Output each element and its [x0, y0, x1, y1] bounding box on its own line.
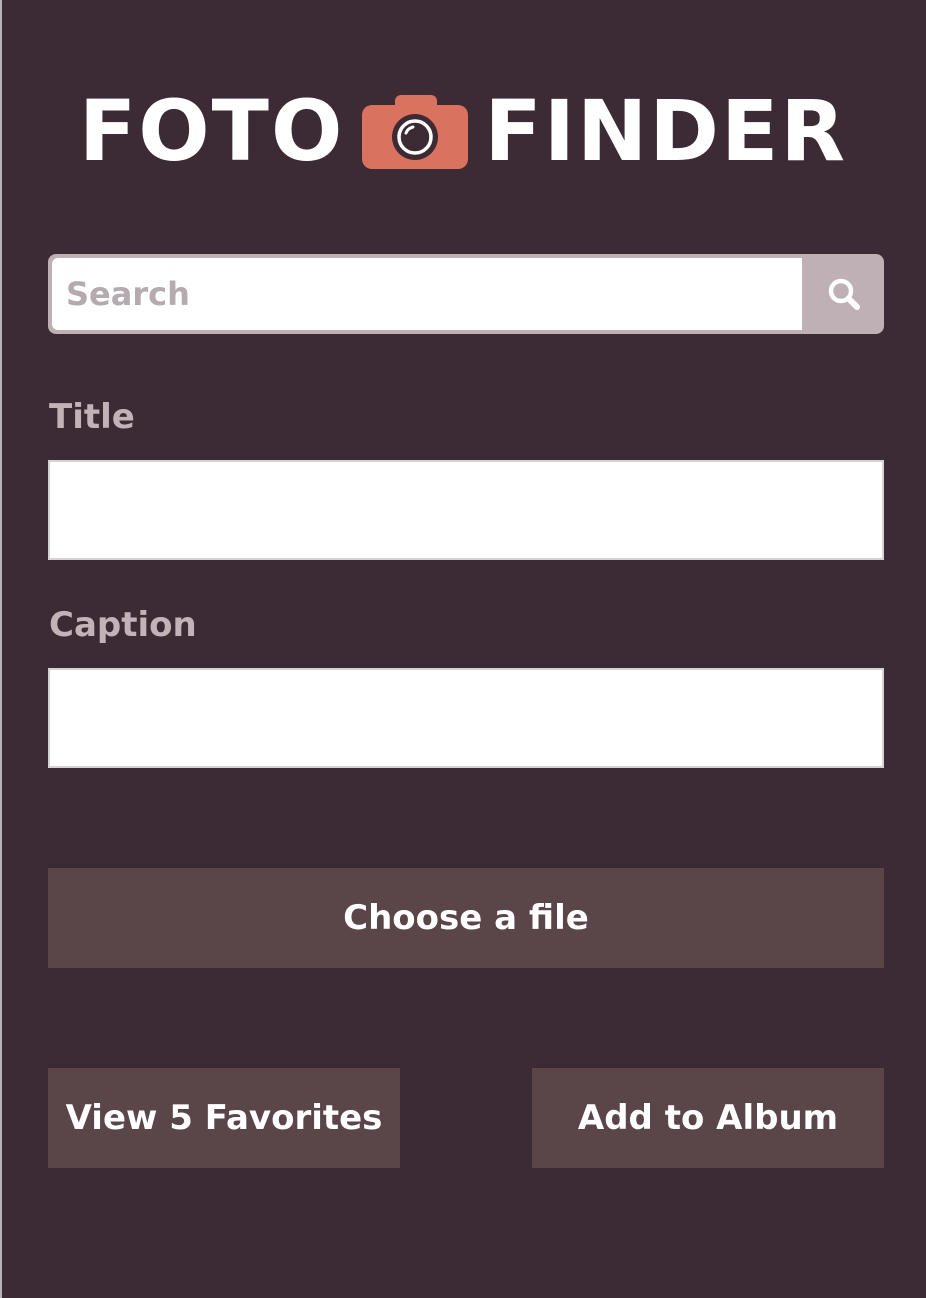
- search-icon: [828, 278, 860, 310]
- caption-field[interactable]: [48, 668, 884, 768]
- choose-file-button[interactable]: Choose a file: [48, 868, 884, 968]
- view-favorites-button[interactable]: View 5 Favorites: [48, 1068, 400, 1168]
- add-to-album-button[interactable]: Add to Album: [532, 1068, 884, 1168]
- search-input[interactable]: [52, 258, 802, 330]
- window-edge-divider: [0, 0, 2, 1298]
- search-button[interactable]: [804, 254, 884, 334]
- app-logo: FOTO FINDER: [0, 86, 926, 176]
- logo-word-foto: FOTO: [78, 82, 345, 180]
- view-favorites-label: View 5 Favorites: [65, 1098, 383, 1138]
- search-bar: [48, 254, 884, 334]
- caption-label: Caption: [49, 605, 197, 645]
- title-field[interactable]: [48, 460, 884, 560]
- logo-word-finder: FINDER: [484, 82, 848, 180]
- camera-icon: [360, 91, 470, 171]
- add-to-album-label: Add to Album: [577, 1098, 839, 1138]
- choose-file-label: Choose a file: [343, 898, 589, 938]
- title-label: Title: [49, 397, 135, 437]
